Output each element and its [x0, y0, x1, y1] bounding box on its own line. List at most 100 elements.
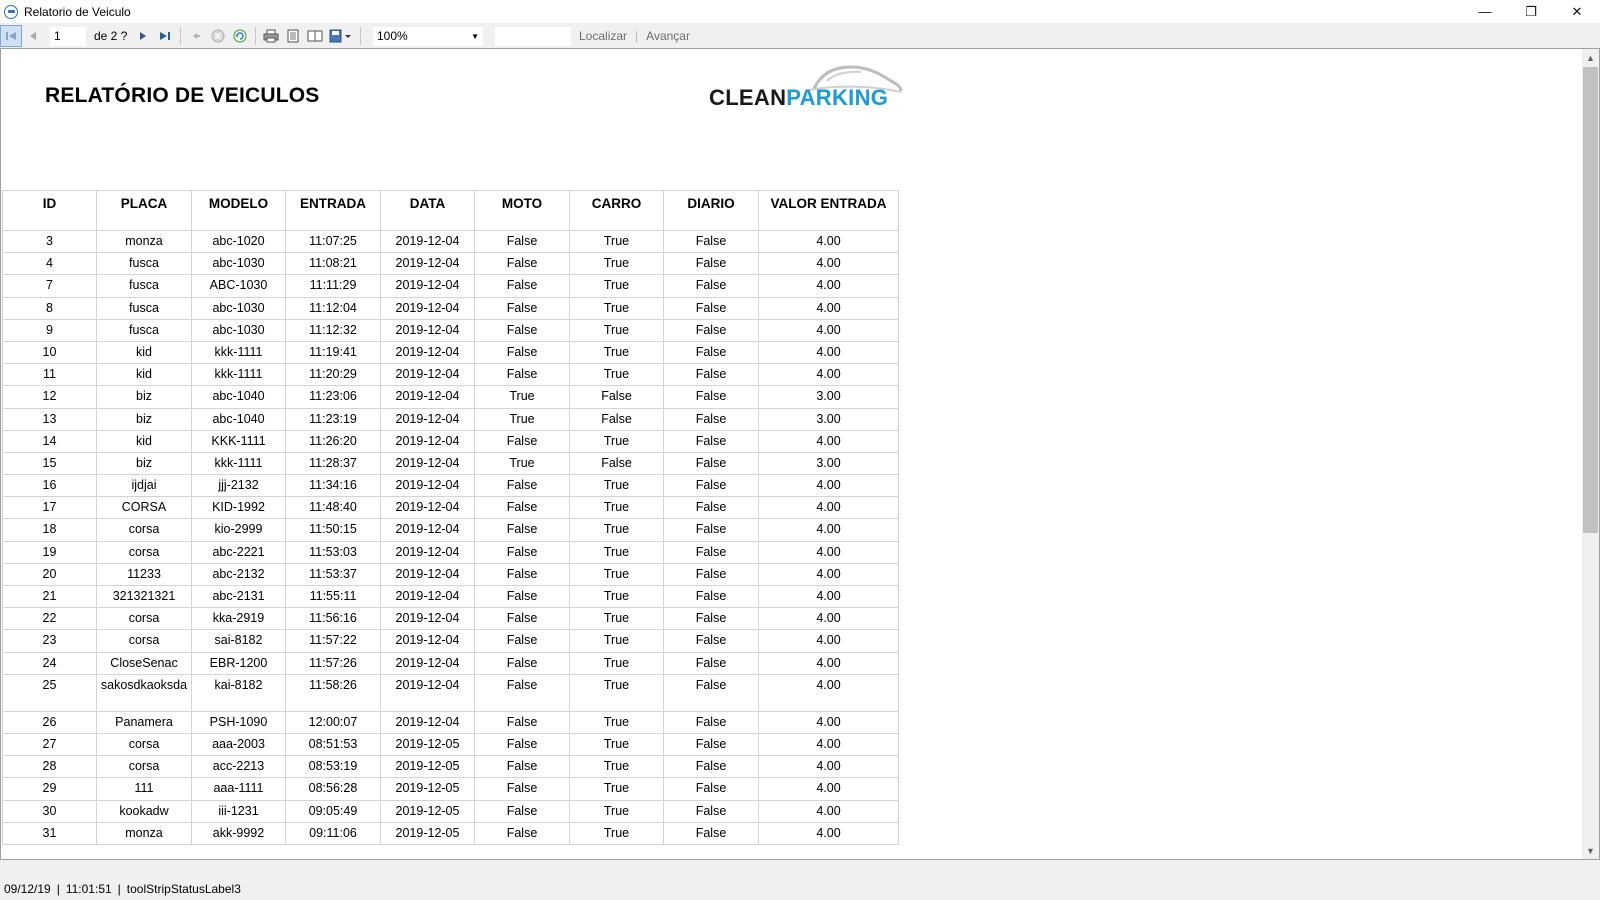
cell-moto: False: [474, 821, 570, 845]
cell-id: 20: [2, 562, 97, 587]
find-input[interactable]: [495, 26, 571, 46]
cell-valor-entrada: 3.00: [758, 451, 899, 476]
cell-carro: False: [569, 407, 664, 431]
cell-modelo: abc-1030: [191, 296, 286, 320]
app-car-icon: [4, 4, 18, 19]
cell-entrada: 11:58:26: [285, 673, 381, 712]
vehicle-table: ID PLACA MODELO ENTRADA DATA MOTO CARRO DIARIO V…: [2, 190, 899, 845]
back-icon[interactable]: [185, 25, 207, 47]
export-icon[interactable]: [326, 25, 356, 47]
cell-id: 25: [2, 673, 97, 712]
logo-text: CLEANPARKING: [709, 85, 888, 111]
cell-valor-entrada: 4.00: [758, 821, 899, 845]
cell-data: 2019-12-04: [380, 252, 475, 276]
table-row: 27 corsa aaa-2003 08:51:53 2019-12-05 False Tr…: [2, 732, 899, 757]
next-page-icon[interactable]: [132, 25, 154, 47]
table-row: 31 monza akk-9992 09:11:06 2019-12-05 False Tr…: [2, 821, 899, 845]
cell-entrada: 08:53:19: [285, 755, 381, 779]
cell-valor-entrada: 4.00: [758, 429, 899, 453]
zoom-select[interactable]: 100% ▼: [373, 26, 483, 46]
scroll-down-icon[interactable]: ▼: [1582, 842, 1599, 859]
cell-modelo: jjj-2132: [191, 474, 286, 498]
cell-id: 16: [2, 474, 97, 498]
cell-moto: False: [474, 296, 570, 320]
cell-carro: True: [569, 318, 664, 342]
cell-data: 2019-12-04: [380, 584, 475, 609]
cell-moto: True: [474, 385, 570, 409]
cell-entrada: 12:00:07: [285, 710, 381, 734]
report-toolbar: de 2 ? 100% ▼ Localizar | Avançar: [0, 24, 1600, 49]
find-next-link[interactable]: Avançar: [646, 29, 690, 43]
cleanparking-logo: CLEANPARKING: [709, 59, 904, 119]
cell-placa: CloseSenac: [96, 651, 192, 675]
cell-valor-entrada: 4.00: [758, 777, 899, 801]
restore-button[interactable]: ❐: [1508, 0, 1554, 23]
cell-moto: False: [474, 651, 570, 675]
table-row: 24 CloseSenac EBR-1200 11:57:26 2019-12-04 Fa…: [2, 651, 899, 675]
table-row: 14 kid KKK-1111 11:26:20 2019-12-04 False True…: [2, 429, 899, 453]
table-row: 19 corsa abc-2221 11:53:03 2019-12-04 False Tr…: [2, 540, 899, 564]
cell-diario: False: [663, 407, 759, 431]
last-page-icon[interactable]: [154, 25, 176, 47]
cell-moto: False: [474, 474, 570, 498]
cell-data: 2019-12-04: [380, 518, 475, 542]
print-icon[interactable]: [260, 25, 282, 47]
stop-icon[interactable]: [207, 25, 229, 47]
page-setup-icon[interactable]: [304, 25, 326, 47]
cell-placa: kid: [96, 363, 192, 387]
cell-diario: False: [663, 363, 759, 387]
table-row: 16 ijdjai jjj-2132 11:34:16 2019-12-04 False T…: [2, 474, 899, 498]
cell-diario: False: [663, 732, 759, 757]
scroll-up-icon[interactable]: ▲: [1582, 49, 1599, 66]
cell-placa: corsa: [96, 607, 192, 631]
cell-data: 2019-12-04: [380, 540, 475, 564]
cell-carro: True: [569, 562, 664, 587]
cell-valor-entrada: 4.00: [758, 274, 899, 298]
cell-carro: True: [569, 496, 664, 520]
print-layout-icon[interactable]: [282, 25, 304, 47]
column-header-placa: PLACA: [96, 190, 192, 231]
cell-data: 2019-12-04: [380, 562, 475, 587]
table-row: 4 fusca abc-1030 11:08:21 2019-12-04 False Tru…: [2, 252, 899, 276]
cell-modelo: abc-2132: [191, 562, 286, 587]
cell-valor-entrada: 4.00: [758, 562, 899, 587]
close-button[interactable]: ✕: [1554, 0, 1600, 23]
prev-page-icon[interactable]: [22, 25, 44, 47]
column-header-diario: DIARIO: [663, 190, 759, 231]
first-page-icon[interactable]: [0, 25, 22, 47]
cell-diario: False: [663, 562, 759, 587]
cell-diario: False: [663, 252, 759, 276]
cell-diario: False: [663, 474, 759, 498]
cell-moto: False: [474, 607, 570, 631]
scroll-thumb[interactable]: [1583, 67, 1598, 533]
cell-moto: False: [474, 429, 570, 453]
cell-valor-entrada: 4.00: [758, 474, 899, 498]
cell-moto: False: [474, 274, 570, 298]
refresh-icon[interactable]: [229, 25, 251, 47]
cell-placa: kid: [96, 340, 192, 365]
cell-id: 27: [2, 732, 97, 757]
find-link[interactable]: Localizar: [579, 29, 627, 43]
cell-modelo: abc-1040: [191, 385, 286, 409]
table-row: 12 biz abc-1040 11:23:06 2019-12-04 True False…: [2, 385, 899, 409]
cell-moto: False: [474, 363, 570, 387]
report-viewer[interactable]: RELATÓRIO DE VEICULOS CLEANPARKING ID PLA…: [0, 48, 1600, 860]
column-header-moto: MOTO: [474, 190, 570, 231]
cell-entrada: 11:11:29: [285, 274, 381, 298]
cell-modelo: aaa-2003: [191, 732, 286, 757]
cell-placa: corsa: [96, 540, 192, 564]
cell-id: 15: [2, 451, 97, 476]
cell-data: 2019-12-04: [380, 496, 475, 520]
minimize-button[interactable]: —: [1462, 0, 1508, 23]
cell-carro: True: [569, 799, 664, 823]
current-page-input[interactable]: [50, 26, 86, 46]
cell-valor-entrada: 4.00: [758, 318, 899, 342]
vertical-scrollbar[interactable]: ▲ ▼: [1582, 49, 1599, 859]
cell-placa: monza: [96, 229, 192, 254]
cell-id: 7: [2, 274, 97, 298]
logo-parking: PARKING: [786, 85, 889, 110]
status-label3: toolStripStatusLabel3: [126, 882, 241, 896]
cell-carro: True: [569, 429, 664, 453]
cell-modelo: abc-1030: [191, 252, 286, 276]
cell-carro: True: [569, 821, 664, 845]
